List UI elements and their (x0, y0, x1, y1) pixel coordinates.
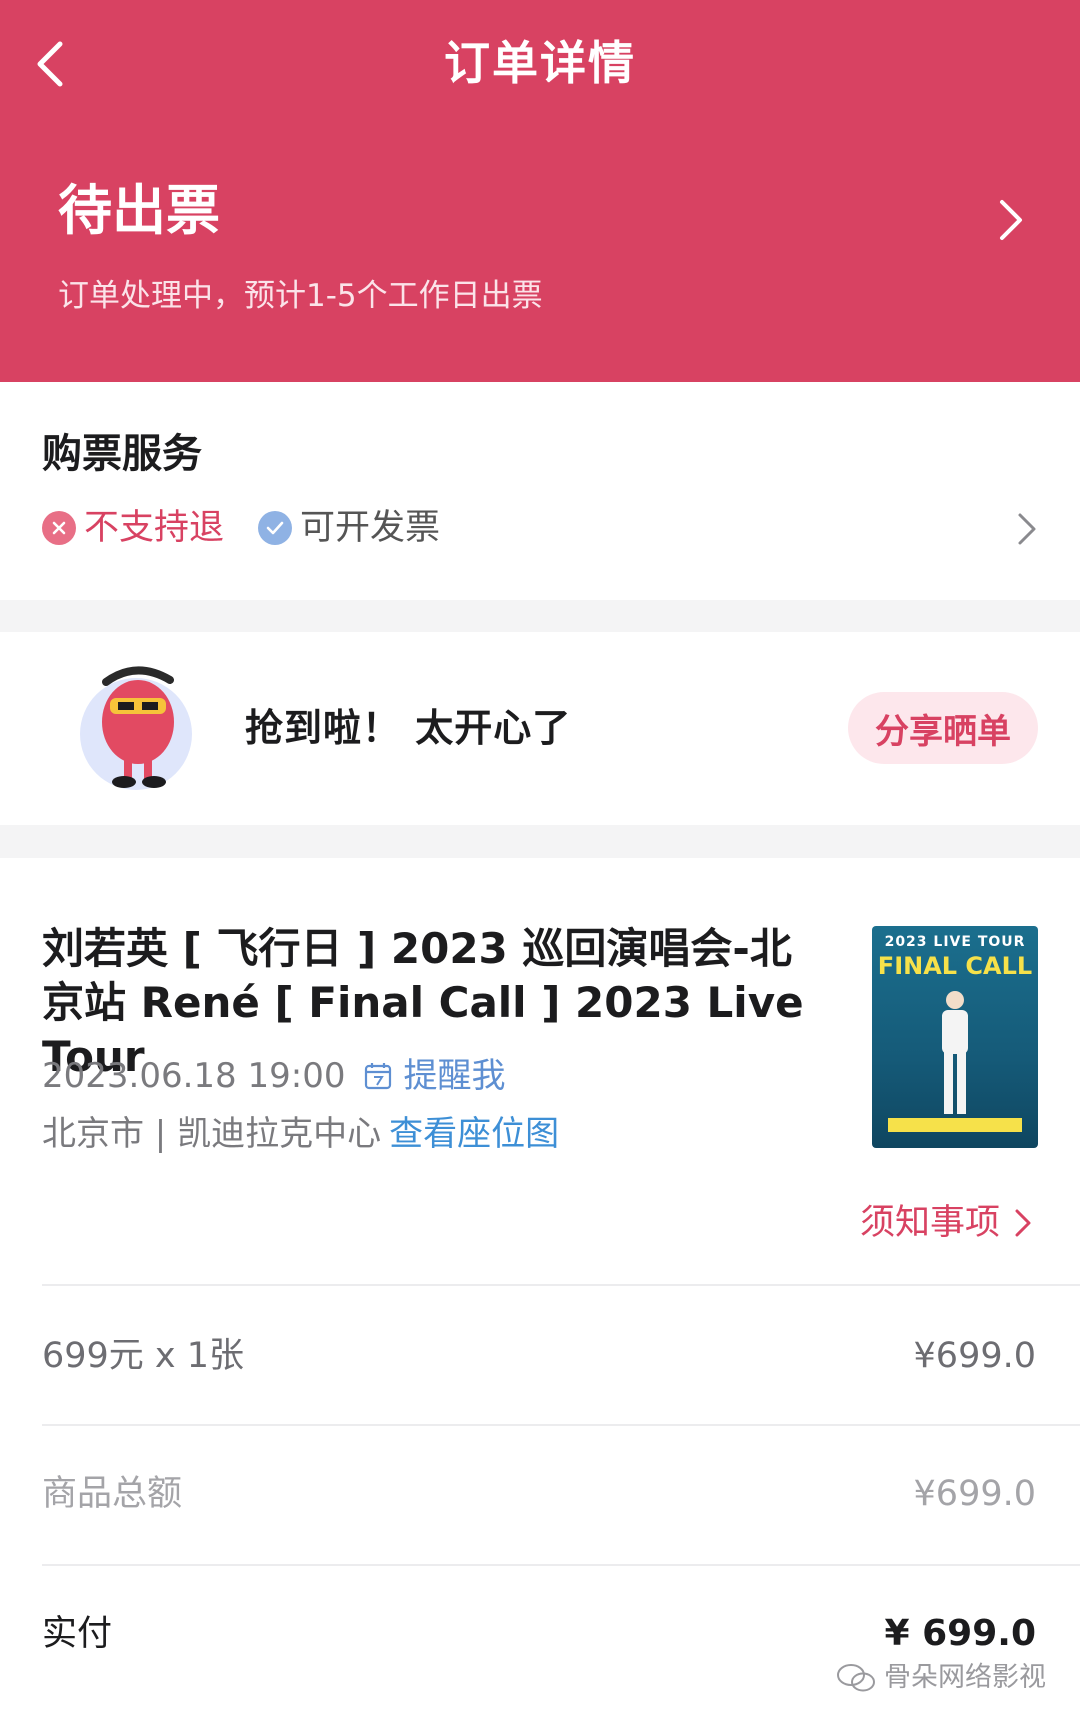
no-refund-label: 不支持退 (84, 508, 225, 548)
poster-line-1: 2023 LIVE TOUR (884, 934, 1026, 950)
ticket-line-label: 699元 x 1张 (42, 1336, 245, 1376)
ticket-line-value: ¥699.0 (913, 1336, 1036, 1376)
purchase-service-card[interactable] (0, 382, 1080, 600)
page-title: 订单详情 (444, 36, 636, 90)
event-datetime: 2023.06.18 19:00 (42, 1056, 346, 1096)
poster-banner (888, 1118, 1022, 1132)
remind-me-label: 提醒我 (403, 1056, 506, 1096)
wechat-icon (837, 1664, 875, 1692)
order-status-title: 待出票 (58, 179, 220, 242)
event-datetime-row: 2023.06.18 19:00 提醒我 (42, 1052, 505, 1100)
order-status-description: 订单处理中，预计1-5个工作日出票 (58, 278, 543, 314)
event-poster[interactable]: 2023 LIVE TOUR FINAL CALL (872, 926, 1038, 1148)
watermark: 骨朵网络影视 (836, 1658, 1046, 1698)
watermark-text: 骨朵网络影视 (884, 1662, 1046, 1693)
poster-line-2: FINAL CALL (877, 952, 1033, 980)
service-tags: 不支持退 可开发票 (42, 502, 474, 554)
invoice-tag: 可开发票 (258, 502, 440, 554)
notice-label: 须知事项 (860, 1203, 1001, 1243)
seat-map-link[interactable]: 查看座位图 (389, 1114, 559, 1154)
divider (42, 1424, 1080, 1426)
header: 订单详情 待出票 订单处理中，预计1-5个工作日出票 (0, 0, 1080, 382)
purchase-service-title: 购票服务 (42, 431, 202, 477)
notice-link[interactable]: 须知事项 (860, 1198, 1032, 1248)
no-refund-tag: 不支持退 (42, 502, 224, 554)
calendar-icon (365, 1063, 392, 1090)
share-order-button[interactable]: 分享晒单 (848, 692, 1038, 764)
remind-me-button[interactable]: 提醒我 (363, 1052, 505, 1100)
event-venue: 北京市 | 凯迪拉克中心 (42, 1114, 382, 1154)
divider (42, 1564, 1080, 1566)
mascot-icon (80, 666, 192, 790)
paid-label: 实付 (42, 1614, 113, 1654)
divider (42, 1284, 1080, 1286)
chevron-right-icon[interactable] (1016, 512, 1038, 546)
chevron-right-icon[interactable] (996, 198, 1026, 242)
subtotal-label: 商品总额 (42, 1474, 183, 1514)
subtotal-value: ¥699.0 (913, 1474, 1036, 1514)
invoice-label: 可开发票 (300, 508, 441, 548)
paid-value: ¥ 699.0 (884, 1613, 1036, 1654)
share-message: 抢到啦！ 太开心了 (245, 706, 572, 750)
event-venue-row: 北京市 | 凯迪拉克中心 查看座位图 (42, 1110, 559, 1158)
close-circle-icon (42, 511, 76, 545)
chevron-right-icon (1015, 1209, 1031, 1237)
check-circle-icon (258, 511, 293, 545)
poster-figure (942, 991, 968, 1114)
